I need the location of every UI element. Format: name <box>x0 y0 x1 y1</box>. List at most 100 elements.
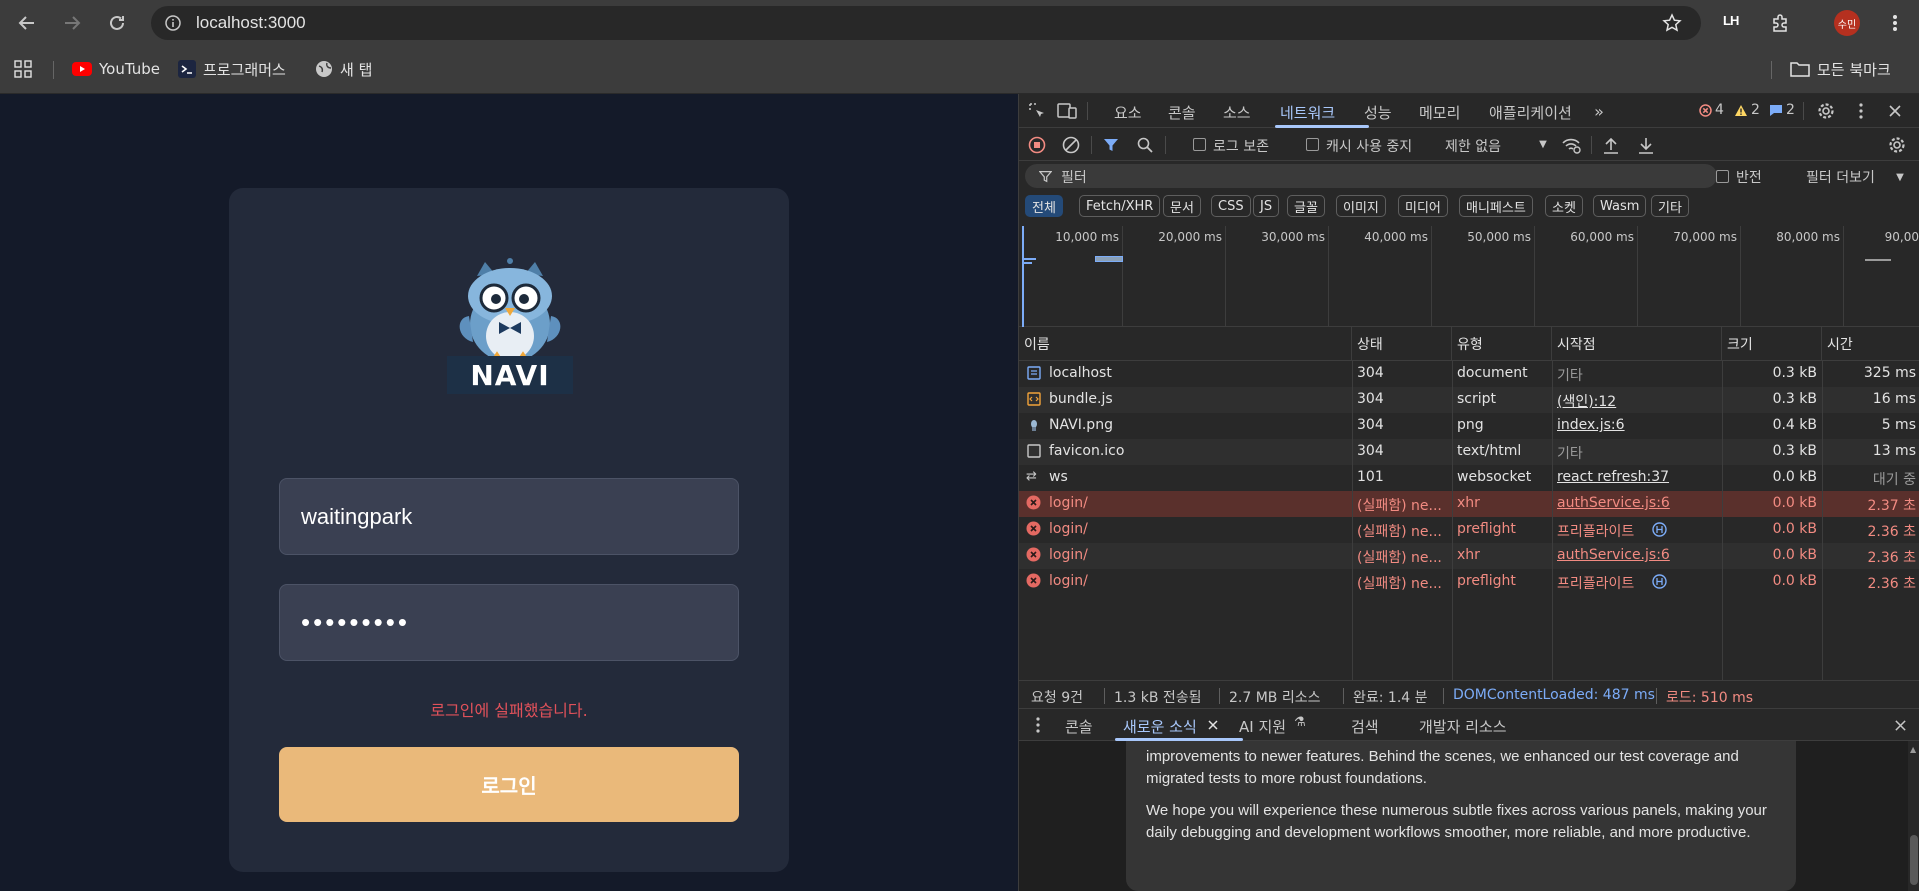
close-devtools-icon[interactable] <box>1885 101 1905 121</box>
network-overview-timeline[interactable]: 10,000 ms 20,000 ms 30,000 ms 40,000 ms … <box>1019 226 1919 327</box>
column-header-time[interactable]: 시간 <box>1822 327 1919 361</box>
preflight-link-icon[interactable] <box>1652 522 1667 541</box>
tab-elements[interactable]: 요소 <box>1114 102 1142 123</box>
scroll-up-icon[interactable]: ▲ <box>1910 745 1916 754</box>
table-row[interactable]: bundle.js 304 script (색인):12 0.3 kB 16 m… <box>1019 387 1919 413</box>
column-divider[interactable] <box>1452 361 1453 680</box>
disable-cache-checkbox[interactable] <box>1306 138 1319 151</box>
type-chip-media[interactable]: 미디어 <box>1398 195 1448 217</box>
type-chip-manifest[interactable]: 매니페스트 <box>1459 195 1533 217</box>
forward-button[interactable] <box>57 8 87 38</box>
apps-grid-icon[interactable] <box>14 58 32 80</box>
search-icon[interactable] <box>1135 135 1155 155</box>
drawer-tab-search[interactable]: 검색 <box>1351 716 1379 737</box>
table-row[interactable]: login/ (실패함) ne... preflight 프리플라이트 0.0 … <box>1019 569 1919 595</box>
network-conditions-icon[interactable] <box>1560 135 1582 155</box>
type-chip-css[interactable]: CSS <box>1211 195 1251 217</box>
type-chip-fetch-xhr[interactable]: Fetch/XHR <box>1079 195 1161 217</box>
table-row[interactable]: NAVI.png 304 png index.js:6 0.4 kB 5 ms <box>1019 413 1919 439</box>
table-row[interactable]: ⇄ ws 101 websocket react refresh:37 0.0 … <box>1019 465 1919 491</box>
bookmark-programmers[interactable]: 프로그래머스 <box>178 58 286 80</box>
tab-memory[interactable]: 메모리 <box>1419 102 1460 123</box>
tab-console[interactable]: 콘솔 <box>1168 102 1196 123</box>
drawer-tab-whats-new[interactable]: 새로운 소식 <box>1123 716 1197 737</box>
extensions-puzzle-icon[interactable] <box>1768 12 1792 34</box>
password-input[interactable]: ••••••••• <box>279 584 739 661</box>
column-divider[interactable] <box>1552 361 1553 680</box>
error-count[interactable]: 4 <box>1699 102 1724 118</box>
request-initiator-link[interactable]: react refresh:37 <box>1557 469 1719 485</box>
request-initiator-link[interactable]: authService.js:6 <box>1557 495 1719 511</box>
more-filters-button[interactable]: 필터 더보기 <box>1806 167 1875 187</box>
table-row[interactable]: login/ (실패함) ne... xhr authService.js:6 … <box>1019 491 1919 517</box>
tab-sources[interactable]: 소스 <box>1223 102 1251 123</box>
table-row[interactable]: login/ (실패함) ne... preflight 프리플라이트 0.0 … <box>1019 517 1919 543</box>
drawer-menu-icon[interactable] <box>1029 715 1047 735</box>
column-header-status[interactable]: 상태 <box>1352 327 1452 361</box>
settings-gear-icon[interactable] <box>1816 101 1836 121</box>
column-header-initiator[interactable]: 시작점 <box>1552 327 1722 361</box>
request-initiator-link[interactable]: index.js:6 <box>1557 417 1719 433</box>
table-row[interactable]: favicon.ico 304 text/html 기타 0.3 kB 13 m… <box>1019 439 1919 465</box>
request-initiator-link[interactable]: authService.js:6 <box>1557 547 1719 563</box>
bookmark-youtube[interactable]: YouTube <box>72 58 160 80</box>
more-filters-chevron-icon[interactable]: ▼ <box>1893 170 1907 184</box>
drawer-tab-developer-resources[interactable]: 개발자 리소스 <box>1419 716 1507 737</box>
column-header-type[interactable]: 유형 <box>1452 327 1552 361</box>
import-har-icon[interactable] <box>1601 135 1621 155</box>
bookmark-new-tab[interactable]: 새 탭 <box>315 58 372 80</box>
column-header-size[interactable]: 크기 <box>1722 327 1822 361</box>
tab-network[interactable]: 네트워크 <box>1280 102 1335 123</box>
type-chip-wasm[interactable]: Wasm <box>1593 195 1647 217</box>
column-divider[interactable] <box>1822 361 1823 680</box>
all-bookmarks-button[interactable]: 모든 북마크 <box>1790 58 1891 80</box>
warning-count[interactable]: 2 <box>1734 102 1760 118</box>
type-chip-font[interactable]: 글꼴 <box>1287 195 1325 217</box>
browser-menu-icon[interactable] <box>1883 12 1907 34</box>
tab-application[interactable]: 애플리케이션 <box>1489 102 1572 123</box>
column-divider[interactable] <box>1352 361 1353 680</box>
inspect-element-icon[interactable] <box>1027 101 1047 121</box>
column-header-name[interactable]: 이름 <box>1019 327 1352 361</box>
lh-extension-icon[interactable]: LH <box>1723 13 1739 28</box>
close-tab-icon[interactable] <box>1205 717 1221 733</box>
type-chip-all[interactable]: 전체 <box>1025 195 1063 217</box>
preserve-log-checkbox[interactable] <box>1193 138 1206 151</box>
back-button[interactable] <box>12 8 42 38</box>
close-drawer-icon[interactable] <box>1891 716 1909 734</box>
preflight-link-icon[interactable] <box>1652 574 1667 593</box>
tab-performance[interactable]: 성능 <box>1364 102 1392 123</box>
record-stop-icon[interactable] <box>1027 135 1047 155</box>
reload-button[interactable] <box>102 8 132 38</box>
message-count[interactable]: 2 <box>1769 102 1795 118</box>
site-info-icon[interactable] <box>163 13 183 33</box>
filter-input[interactable]: 필터 <box>1025 164 1717 188</box>
throttle-dropdown-icon[interactable]: ▼ <box>1536 137 1550 151</box>
scrollbar-thumb[interactable] <box>1910 835 1918 885</box>
type-chip-js[interactable]: JS <box>1253 195 1280 217</box>
more-tabs-chevron-icon[interactable]: » <box>1589 101 1609 121</box>
drawer-tab-console[interactable]: 콘솔 <box>1065 716 1093 737</box>
drawer-tab-ai-assistance[interactable]: AI 지원 <box>1239 716 1286 737</box>
drawer-scrollbar[interactable]: ▲ <box>1908 741 1919 891</box>
clear-icon[interactable] <box>1061 135 1081 155</box>
export-har-icon[interactable] <box>1636 135 1656 155</box>
username-input[interactable]: waitingpark <box>279 478 739 555</box>
type-chip-socket[interactable]: 소켓 <box>1545 195 1583 217</box>
type-chip-doc[interactable]: 문서 <box>1163 195 1201 217</box>
profile-avatar[interactable]: 수민 <box>1834 10 1860 36</box>
address-bar[interactable]: localhost:3000 <box>151 6 1701 40</box>
devtools-menu-icon[interactable] <box>1851 101 1871 121</box>
filter-funnel-icon[interactable] <box>1101 135 1121 155</box>
invert-checkbox[interactable] <box>1716 170 1729 183</box>
column-divider[interactable] <box>1722 361 1723 680</box>
type-chip-other[interactable]: 기타 <box>1651 195 1689 217</box>
device-toolbar-icon[interactable] <box>1056 101 1078 121</box>
bookmark-star-icon[interactable] <box>1661 12 1683 34</box>
request-initiator-link[interactable]: (색인):12 <box>1557 391 1719 411</box>
table-row[interactable]: login/ (실패함) ne... xhr authService.js:6 … <box>1019 543 1919 569</box>
network-settings-icon[interactable] <box>1887 135 1907 155</box>
login-button[interactable]: 로그인 <box>279 747 739 822</box>
table-row[interactable]: localhost 304 document 기타 0.3 kB 325 ms <box>1019 361 1919 387</box>
type-chip-img[interactable]: 이미지 <box>1336 195 1386 217</box>
